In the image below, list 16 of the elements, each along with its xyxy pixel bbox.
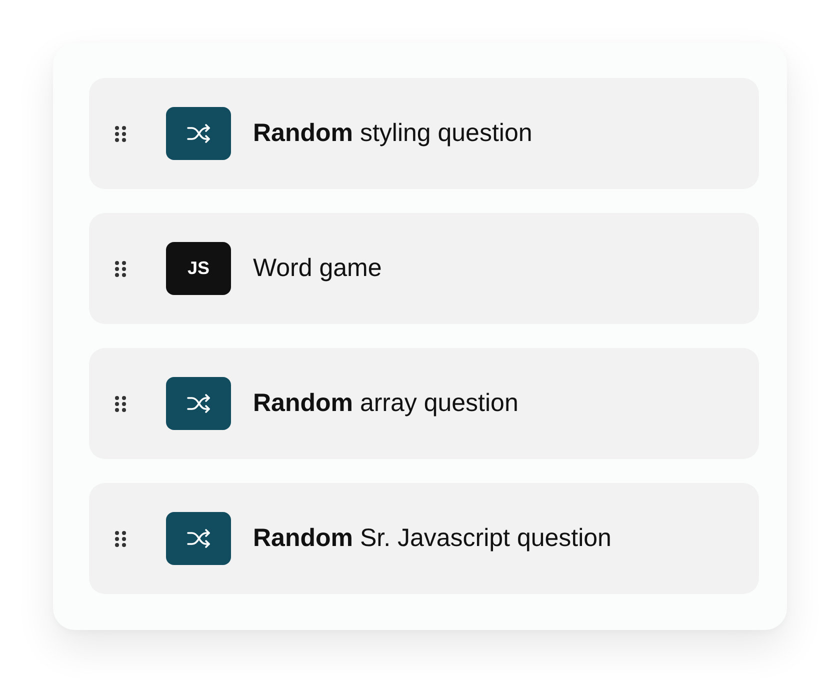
shuffle-icon xyxy=(166,377,231,430)
list-item[interactable]: Random Sr. Javascript question xyxy=(89,483,759,594)
list-item[interactable]: Random styling question xyxy=(89,78,759,189)
item-title: Random array question xyxy=(253,389,518,418)
item-title: Random styling question xyxy=(253,119,532,148)
item-title: Word game xyxy=(253,254,382,283)
shuffle-icon xyxy=(166,512,231,565)
js-badge: JS xyxy=(166,242,231,295)
list-item[interactable]: JS Word game xyxy=(89,213,759,324)
item-title: Random Sr. Javascript question xyxy=(253,524,612,553)
shuffle-icon xyxy=(166,107,231,160)
drag-handle-icon[interactable] xyxy=(115,260,126,276)
drag-handle-icon[interactable] xyxy=(115,396,126,412)
drag-handle-icon[interactable] xyxy=(115,126,126,142)
list-item[interactable]: Random array question xyxy=(89,348,759,459)
drag-handle-icon[interactable] xyxy=(115,530,126,546)
